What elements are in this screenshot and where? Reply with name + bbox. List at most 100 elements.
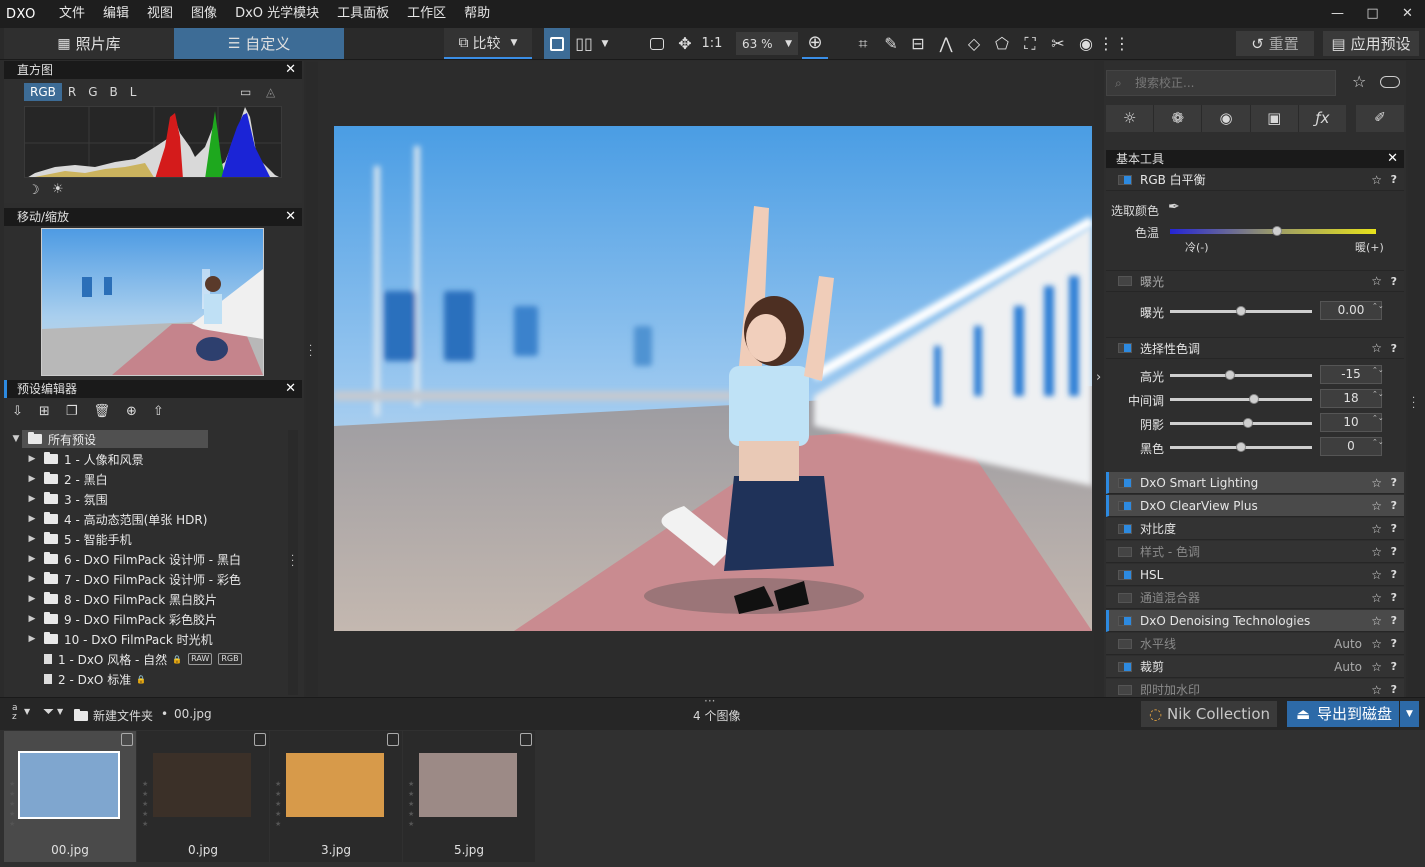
- channel-g[interactable]: G: [82, 83, 103, 101]
- detail-tab-icon[interactable]: ◉: [1202, 105, 1251, 132]
- star-icon[interactable]: ☆: [1371, 173, 1382, 187]
- preset-item[interactable]: 2 - DxO 标准 🔒: [44, 669, 146, 689]
- toggle-icon[interactable]: [1380, 76, 1400, 88]
- rating-stars-icon[interactable]: ★ ★ ★ ★ ★: [408, 779, 414, 829]
- enable-checkbox[interactable]: [1118, 500, 1132, 511]
- reset-button[interactable]: ↺ 重置: [1236, 31, 1314, 56]
- color-tab-icon[interactable]: ❁: [1154, 105, 1203, 132]
- chevron-down-icon[interactable]: ▼: [57, 707, 63, 716]
- horizon-button[interactable]: ⊟: [907, 28, 929, 59]
- left-panel-scrollbar[interactable]: [306, 62, 318, 696]
- tool-row[interactable]: 通道混合器 ☆?: [1106, 587, 1404, 609]
- flag-icon[interactable]: [254, 733, 266, 746]
- current-folder-label[interactable]: 新建文件夹: [93, 707, 153, 724]
- chevron-down-icon[interactable]: ▼: [24, 707, 30, 716]
- tool-row[interactable]: 水平线 Auto ☆?: [1106, 633, 1404, 655]
- preset-folder[interactable]: ▶ 10 - DxO FilmPack 时光机: [26, 629, 213, 649]
- flag-icon[interactable]: [520, 733, 532, 746]
- menu-item[interactable]: 工作区: [398, 0, 455, 28]
- nik-collection-button[interactable]: ◌ Nik Collection: [1141, 701, 1277, 727]
- eyedropper-button[interactable]: ✎: [880, 28, 902, 59]
- tone-value-input[interactable]: 10: [1320, 413, 1382, 432]
- repair-button[interactable]: ✂: [1047, 28, 1069, 59]
- help-icon[interactable]: ?: [1391, 342, 1397, 355]
- enable-checkbox[interactable]: [1118, 592, 1132, 603]
- exposure-row[interactable]: 曝光 ☆?: [1106, 270, 1404, 292]
- tone-knob[interactable]: [1243, 418, 1254, 428]
- enable-checkbox[interactable]: [1118, 174, 1132, 185]
- tool-row[interactable]: 对比度 ☆?: [1106, 518, 1404, 540]
- star-icon[interactable]: ☆: [1371, 660, 1382, 674]
- star-icon[interactable]: ☆: [1371, 614, 1382, 628]
- masks-button[interactable]: ⋮⋮: [1098, 28, 1130, 59]
- moon-icon[interactable]: ☽: [28, 183, 40, 198]
- import-preset-icon[interactable]: ⇩: [12, 404, 23, 419]
- rgb-white-balance-row[interactable]: RGB 白平衡 ☆?: [1106, 169, 1404, 191]
- preset-folder[interactable]: ▶ 7 - DxO FilmPack 设计师 - 彩色: [26, 569, 241, 589]
- preset-folder[interactable]: ▶ 2 - 黑白: [26, 469, 108, 489]
- enable-checkbox[interactable]: [1118, 684, 1132, 695]
- menu-item[interactable]: 图像: [182, 0, 226, 28]
- tool-row[interactable]: HSL ☆?: [1106, 564, 1404, 586]
- tool-row[interactable]: 裁剪 Auto ☆?: [1106, 656, 1404, 678]
- exposure-value-input[interactable]: 0.00: [1320, 301, 1382, 320]
- enable-checkbox[interactable]: [1118, 343, 1132, 353]
- exposure-track[interactable]: [1170, 306, 1312, 316]
- close-button[interactable]: ✕: [1390, 0, 1425, 28]
- help-icon[interactable]: ?: [1391, 522, 1397, 535]
- help-icon[interactable]: ?: [1391, 660, 1397, 673]
- monitor-icon[interactable]: ▭: [240, 85, 251, 99]
- tab-library[interactable]: ▦ 照片库: [4, 28, 174, 59]
- star-icon[interactable]: ☆: [1371, 637, 1382, 651]
- sort-button[interactable]: a z: [12, 704, 22, 722]
- close-icon[interactable]: ✕: [1387, 150, 1398, 168]
- help-icon[interactable]: ?: [1391, 683, 1397, 696]
- collapse-right-icon[interactable]: ›: [1096, 370, 1101, 385]
- preset-folder[interactable]: ▶ 3 - 氛围: [26, 489, 108, 509]
- thumbnail[interactable]: ★ ★ ★ ★ ★ 00.jpg: [4, 731, 136, 862]
- move-button[interactable]: ✥: [674, 28, 696, 59]
- local-adjust-tab-icon[interactable]: ✐: [1356, 105, 1404, 132]
- warning-icon[interactable]: ◬: [266, 85, 275, 99]
- preview-button[interactable]: ◉: [1075, 28, 1097, 59]
- help-icon[interactable]: ?: [1391, 476, 1397, 489]
- star-icon[interactable]: ☆: [1371, 274, 1382, 288]
- effects-tab-icon[interactable]: ƒx: [1299, 105, 1346, 132]
- tone-value-input[interactable]: 18: [1320, 389, 1382, 408]
- close-icon[interactable]: ✕: [285, 61, 296, 79]
- close-icon[interactable]: ✕: [285, 380, 296, 398]
- temperature-slider[interactable]: [1170, 226, 1376, 236]
- apply-preset-button[interactable]: ▤ 应用预设: [1323, 31, 1419, 56]
- enable-checkbox[interactable]: [1118, 276, 1132, 286]
- star-icon[interactable]: ☆: [1371, 591, 1382, 605]
- fit-screen-button[interactable]: [646, 28, 668, 59]
- crop-button[interactable]: ⌗: [852, 28, 874, 59]
- eyedropper-icon[interactable]: ✒: [1168, 199, 1180, 215]
- thumbnail[interactable]: ★ ★ ★ ★ ★ 0.jpg: [137, 731, 269, 862]
- search-input[interactable]: ⌕ 搜索校正...: [1106, 70, 1336, 96]
- duplicate-preset-icon[interactable]: ❐: [66, 404, 78, 419]
- single-view-button[interactable]: [544, 28, 570, 59]
- flag-icon[interactable]: [387, 733, 399, 746]
- help-icon[interactable]: ?: [1391, 568, 1397, 581]
- tone-track[interactable]: [1170, 442, 1312, 452]
- flag-icon[interactable]: [121, 733, 133, 746]
- help-icon[interactable]: ?: [1391, 173, 1397, 186]
- rating-stars-icon[interactable]: ★ ★ ★ ★ ★: [275, 779, 281, 829]
- one-to-one-button[interactable]: 1:1: [700, 28, 724, 59]
- tone-knob[interactable]: [1236, 442, 1246, 452]
- view-dropdown[interactable]: ▼: [597, 28, 613, 59]
- main-photo[interactable]: [334, 126, 1092, 631]
- preset-folder[interactable]: ▶ 9 - DxO FilmPack 彩色胶片: [26, 609, 217, 629]
- tool-row[interactable]: DxO Denoising Technologies ☆?: [1106, 610, 1404, 632]
- help-icon[interactable]: ?: [1391, 637, 1397, 650]
- exposure-knob[interactable]: [1236, 306, 1246, 316]
- preset-folder[interactable]: ▶ 8 - DxO FilmPack 黑白胶片: [26, 589, 217, 609]
- resize-handle[interactable]: · · ·: [291, 552, 295, 572]
- tab-customize[interactable]: ☰ 自定义: [174, 28, 344, 59]
- star-filter-icon[interactable]: ☆: [1352, 72, 1366, 91]
- selective-tone-row[interactable]: 选择性色调 ☆?: [1106, 337, 1404, 359]
- star-icon[interactable]: ☆: [1371, 545, 1382, 559]
- enable-checkbox[interactable]: [1118, 569, 1132, 580]
- enable-checkbox[interactable]: [1118, 546, 1132, 557]
